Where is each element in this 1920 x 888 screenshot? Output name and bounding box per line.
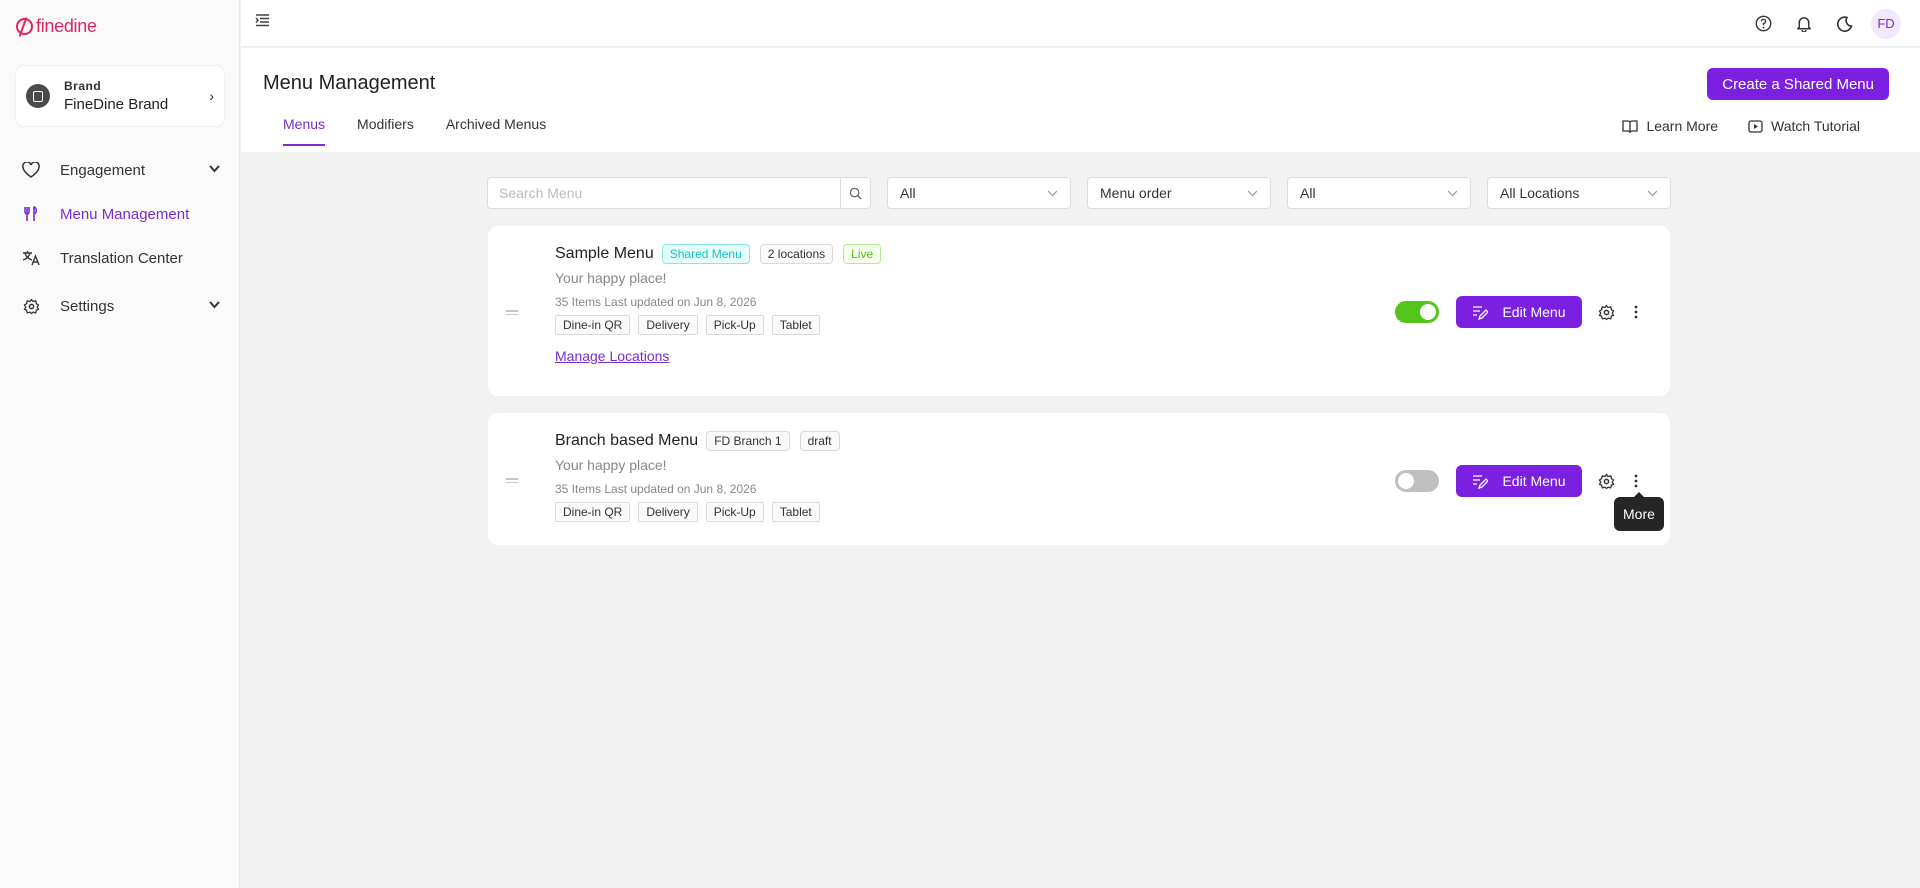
select-value: All bbox=[900, 185, 916, 201]
channel-tags: Dine-in QR Delivery Pick-Up Tablet bbox=[555, 502, 850, 522]
sidebar-item-label: Menu Management bbox=[60, 205, 190, 223]
sidebar-item-settings[interactable]: Settings bbox=[0, 284, 240, 328]
page-title: Menu Management bbox=[263, 72, 436, 94]
bell-icon[interactable] bbox=[1789, 9, 1819, 39]
channel-tag: Delivery bbox=[638, 502, 698, 522]
menu-name: Branch based Menu bbox=[555, 432, 699, 449]
more-tooltip: More bbox=[1614, 492, 1664, 531]
locations-badge: 2 locations bbox=[759, 244, 834, 264]
edit-note-icon bbox=[1472, 474, 1489, 489]
brand-switcher[interactable]: Brand FineDine Brand › bbox=[16, 66, 224, 126]
chevron-down-icon bbox=[1447, 190, 1458, 197]
menu-settings-gear-icon[interactable] bbox=[1594, 469, 1618, 493]
filter-bar: All Menu order All All Locations bbox=[487, 177, 1671, 209]
sidebar-item-label: Translation Center bbox=[60, 249, 183, 267]
translate-icon bbox=[20, 247, 42, 269]
collapse-sidebar-icon[interactable] bbox=[255, 14, 271, 30]
video-play-icon bbox=[1748, 119, 1763, 133]
draft-status-badge: draft bbox=[799, 431, 840, 451]
gear-icon bbox=[20, 295, 42, 317]
heart-icon bbox=[20, 159, 42, 181]
branch-badge: FD Branch 1 bbox=[706, 431, 790, 451]
menu-name: Sample Menu bbox=[555, 245, 654, 262]
building-icon bbox=[26, 84, 50, 108]
top-bar: FD bbox=[241, 0, 1920, 47]
channel-tag: Dine-in QR bbox=[555, 315, 631, 335]
search-icon[interactable] bbox=[840, 178, 870, 208]
fork-knife-icon bbox=[20, 203, 42, 225]
chevron-down-icon bbox=[209, 164, 220, 176]
tab-modifiers[interactable]: Modifiers bbox=[357, 116, 414, 146]
sidebar-item-menu-management[interactable]: Menu Management bbox=[0, 192, 240, 236]
status-filter-select[interactable]: All bbox=[887, 177, 1071, 209]
brand-label: Brand bbox=[64, 79, 102, 93]
chevron-down-icon bbox=[209, 300, 220, 312]
location-filter-select[interactable]: All Locations bbox=[1487, 177, 1671, 209]
page-header: Menu Management Create a Shared Menu Men… bbox=[241, 48, 1920, 152]
drag-handle-icon[interactable] bbox=[506, 478, 518, 485]
create-shared-menu-button[interactable]: Create a Shared Menu bbox=[1707, 68, 1889, 100]
dark-mode-moon-icon[interactable] bbox=[1830, 9, 1860, 39]
learn-more-link[interactable]: Learn More bbox=[1622, 118, 1718, 134]
menu-tabs: Menus Modifiers Archived Menus bbox=[283, 116, 578, 146]
logo-text: finedine bbox=[36, 16, 97, 36]
channel-tag: Dine-in QR bbox=[555, 502, 631, 522]
watch-tutorial-label: Watch Tutorial bbox=[1771, 118, 1860, 134]
brand-name: FineDine Brand bbox=[64, 96, 169, 113]
drag-handle-icon[interactable] bbox=[506, 310, 518, 317]
edit-menu-button[interactable]: Edit Menu bbox=[1456, 296, 1582, 328]
logo-mark-icon bbox=[16, 18, 33, 35]
search-input[interactable] bbox=[488, 185, 840, 201]
select-value: Menu order bbox=[1100, 185, 1172, 201]
sidebar-item-translation-center[interactable]: Translation Center bbox=[0, 236, 240, 280]
edit-note-icon bbox=[1472, 305, 1489, 320]
channel-tag: Pick-Up bbox=[705, 502, 764, 522]
menu-card-branch-based-menu: Branch based Menu FD Branch 1 draft Your… bbox=[488, 413, 1670, 545]
channel-tag: Tablet bbox=[771, 502, 820, 522]
manage-locations-link[interactable]: Manage Locations bbox=[555, 348, 669, 364]
tab-menus[interactable]: Menus bbox=[283, 116, 326, 146]
channel-tags: Dine-in QR Delivery Pick-Up Tablet bbox=[555, 315, 891, 335]
chevron-down-icon bbox=[1647, 190, 1658, 197]
chevron-right-icon: › bbox=[209, 88, 214, 104]
live-status-badge: Live bbox=[843, 244, 882, 264]
sidebar: finedine Brand FineDine Brand › Engageme… bbox=[0, 0, 240, 888]
more-options-icon[interactable] bbox=[1626, 300, 1646, 324]
menu-updated-info: 35 Items Last updated on Jun 8, 2026 bbox=[555, 482, 757, 496]
learn-more-label: Learn More bbox=[1646, 118, 1719, 134]
search-box bbox=[487, 177, 871, 209]
sidebar-item-engagement[interactable]: Engagement bbox=[0, 148, 240, 192]
menu-card-sample-menu: Sample Menu Shared Menu 2 locations Live… bbox=[488, 226, 1670, 396]
chevron-down-icon bbox=[1047, 190, 1058, 197]
edit-menu-label: Edit Menu bbox=[1502, 304, 1566, 320]
menu-active-toggle[interactable] bbox=[1395, 470, 1439, 492]
watch-tutorial-link[interactable]: Watch Tutorial bbox=[1748, 118, 1860, 134]
menu-updated-info: 35 Items Last updated on Jun 8, 2026 bbox=[555, 295, 757, 309]
sidebar-item-label: Engagement bbox=[60, 161, 146, 179]
menu-description: Your happy place! bbox=[555, 457, 667, 473]
user-avatar[interactable]: FD bbox=[1871, 8, 1901, 39]
edit-menu-label: Edit Menu bbox=[1502, 473, 1566, 489]
edit-menu-button[interactable]: Edit Menu bbox=[1456, 465, 1582, 497]
more-options-icon[interactable] bbox=[1626, 469, 1646, 493]
type-filter-select[interactable]: All bbox=[1287, 177, 1471, 209]
tab-archived-menus[interactable]: Archived Menus bbox=[446, 116, 546, 146]
channel-tag: Pick-Up bbox=[705, 315, 764, 335]
menu-settings-gear-icon[interactable] bbox=[1594, 300, 1618, 324]
channel-tag: Delivery bbox=[638, 315, 698, 335]
help-icon[interactable] bbox=[1748, 9, 1778, 39]
help-links: Learn More Watch Tutorial bbox=[1592, 118, 1860, 134]
finedine-logo[interactable]: finedine bbox=[16, 16, 97, 37]
menu-active-toggle[interactable] bbox=[1395, 301, 1439, 323]
shared-menu-badge: Shared Menu bbox=[661, 244, 750, 264]
chevron-down-icon bbox=[1247, 190, 1258, 197]
select-value: All Locations bbox=[1500, 185, 1580, 201]
sidebar-item-label: Settings bbox=[60, 297, 115, 315]
menu-description: Your happy place! bbox=[555, 270, 667, 286]
channel-tag: Tablet bbox=[771, 315, 820, 335]
book-icon bbox=[1622, 119, 1639, 133]
sort-order-select[interactable]: Menu order bbox=[1087, 177, 1271, 209]
sidebar-nav: Engagement Menu Management Translation C… bbox=[0, 148, 240, 328]
select-value: All bbox=[1300, 185, 1316, 201]
